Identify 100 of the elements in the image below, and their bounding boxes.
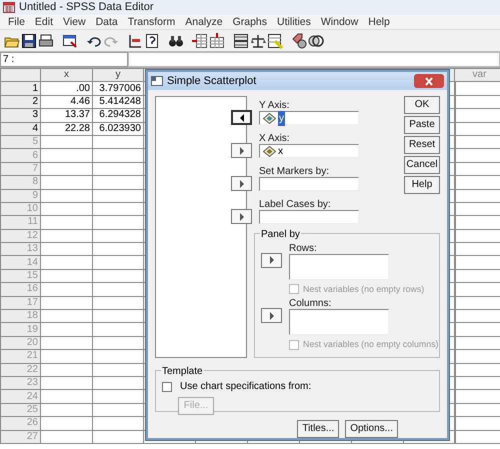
table-cell[interactable] [40, 403, 92, 417]
table-cell[interactable] [40, 350, 92, 364]
target-field[interactable] [289, 254, 389, 280]
table-cell[interactable] [40, 416, 92, 430]
table-cell[interactable] [92, 430, 144, 444]
target-field[interactable] [289, 309, 389, 335]
table-cell[interactable] [92, 296, 144, 310]
table-cell[interactable] [92, 403, 144, 417]
table-cell[interactable] [92, 216, 144, 230]
dialog-button[interactable]: OK [404, 96, 440, 114]
target-field[interactable]: x [259, 144, 359, 158]
arrow-button[interactable] [231, 143, 252, 158]
menu-item[interactable]: Graphs [228, 14, 272, 30]
table-cell[interactable] [40, 148, 92, 162]
table-cell[interactable] [92, 135, 144, 149]
table-cell[interactable] [454, 82, 500, 96]
arrow-button[interactable] [231, 110, 252, 125]
table-cell[interactable] [92, 376, 144, 390]
table-cell[interactable] [454, 322, 500, 336]
table-cell[interactable] [40, 376, 92, 390]
table-cell[interactable] [40, 242, 92, 256]
table-cell[interactable] [40, 282, 92, 296]
table-cell[interactable] [92, 269, 144, 283]
table-cell[interactable]: 6.294328 [92, 108, 144, 122]
insert-variable-icon[interactable] [209, 32, 225, 48]
table-cell[interactable] [40, 216, 92, 230]
dialog-button[interactable]: Cancel [404, 156, 440, 174]
table-cell[interactable] [454, 403, 500, 417]
insert-case-icon[interactable] [192, 32, 208, 48]
table-cell[interactable] [92, 229, 144, 243]
table-cell[interactable] [40, 176, 92, 190]
table-cell[interactable] [40, 390, 92, 404]
table-cell[interactable] [454, 135, 500, 149]
dialog-button[interactable]: Help [404, 176, 440, 194]
menu-item[interactable]: Data [90, 14, 123, 30]
close-icon[interactable] [424, 76, 434, 86]
table-cell[interactable] [92, 282, 144, 296]
row-number[interactable]: 2 [0, 95, 40, 109]
table-cell[interactable] [92, 162, 144, 176]
table-cell[interactable] [40, 189, 92, 202]
table-cell[interactable] [92, 189, 144, 202]
target-field[interactable] [259, 210, 359, 224]
arrow-button[interactable] [261, 252, 282, 268]
table-cell[interactable]: 13.37 [40, 108, 92, 122]
row-number[interactable]: 3 [0, 108, 40, 122]
table-cell[interactable] [454, 189, 500, 202]
checkbox[interactable] [162, 382, 172, 392]
menu-item[interactable]: Analyze [180, 14, 228, 30]
table-cell[interactable] [454, 242, 500, 256]
table-cell[interactable] [454, 336, 500, 350]
table-cell[interactable] [92, 148, 144, 162]
table-cell[interactable] [92, 350, 144, 364]
table-cell[interactable] [40, 269, 92, 283]
menu-item[interactable]: Window [316, 14, 364, 30]
cell-value-field[interactable] [128, 52, 500, 67]
arrow-button[interactable] [231, 209, 252, 224]
target-field[interactable] [259, 177, 359, 191]
table-cell[interactable] [92, 363, 144, 376]
close-button[interactable] [414, 74, 444, 88]
tag-icon[interactable] [291, 32, 307, 48]
table-cell[interactable] [92, 256, 144, 270]
table-cell[interactable] [92, 416, 144, 430]
column-header[interactable]: x [40, 68, 92, 82]
table-cell[interactable] [92, 310, 144, 323]
table-cell[interactable]: 3.797006 [92, 82, 144, 96]
table-cell[interactable] [454, 108, 500, 122]
table-cell[interactable] [454, 296, 500, 310]
menu-item[interactable]: Utilities [272, 14, 316, 30]
row-number[interactable]: 1 [0, 82, 40, 96]
row-number[interactable]: 4 [0, 122, 40, 136]
arrow-button[interactable] [231, 176, 252, 191]
dialog-button[interactable]: Reset [404, 136, 440, 154]
menu-item[interactable]: View [58, 14, 91, 30]
table-cell[interactable] [454, 216, 500, 230]
menu-item[interactable]: Edit [30, 14, 58, 30]
table-cell[interactable]: 6.023930 [92, 122, 144, 136]
table-cell[interactable] [40, 336, 92, 350]
table-cell[interactable] [454, 390, 500, 404]
menu-item[interactable]: Transform [122, 14, 180, 30]
table-cell[interactable] [454, 430, 500, 444]
table-cell[interactable] [454, 416, 500, 430]
table-cell[interactable]: 22.28 [40, 122, 92, 136]
table-cell[interactable] [40, 322, 92, 336]
table-cell[interactable] [454, 350, 500, 364]
table-cell[interactable] [92, 176, 144, 190]
table-cell[interactable] [454, 148, 500, 162]
table-cell[interactable] [454, 176, 500, 190]
table-cell[interactable] [92, 242, 144, 256]
column-header[interactable]: y [92, 68, 144, 82]
table-cell[interactable] [454, 256, 500, 270]
save-icon[interactable] [21, 32, 37, 48]
table-cell[interactable] [454, 202, 500, 216]
dialog-button[interactable]: Titles... [297, 420, 340, 438]
table-cell[interactable] [40, 363, 92, 376]
target-field[interactable]: y [259, 111, 359, 125]
dialog-button[interactable]: Paste [404, 116, 440, 134]
menu-item[interactable]: File [3, 14, 30, 30]
table-cell[interactable] [454, 376, 500, 390]
arrow-button[interactable] [261, 308, 282, 323]
table-cell[interactable] [40, 430, 92, 444]
